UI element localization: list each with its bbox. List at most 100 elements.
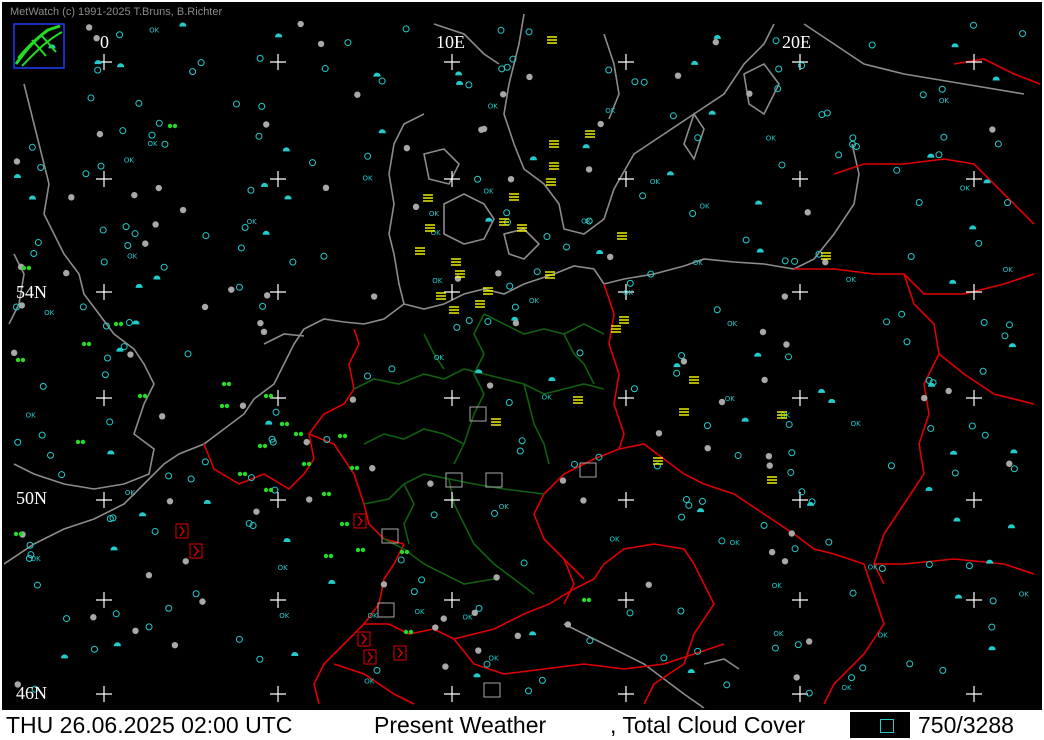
cloud-cover-clear-icon <box>520 559 528 567</box>
station-overcast-icon <box>322 184 330 192</box>
cloud-cover-clear-icon <box>87 94 95 102</box>
cloud-cover-clear-icon <box>94 66 102 74</box>
station-overcast-icon <box>493 574 500 581</box>
graticule-cross <box>96 492 112 508</box>
cloud-cover-clear-icon <box>364 152 372 160</box>
cloud-cover-clear-icon <box>878 565 886 573</box>
weather-map[interactable]: OK OK OK OK OK OK OK OK OK OK OK OK OK OK OK OK OK OK OK OK… <box>3 4 1041 709</box>
cloud-cover-clear-icon <box>677 607 685 615</box>
cloud-half-icon <box>139 512 147 517</box>
rain-symbol-icon <box>113 321 119 327</box>
cloud-half-icon <box>741 417 749 422</box>
cloud-cover-clear-icon <box>883 318 891 326</box>
graticule-cross <box>966 54 982 70</box>
cloud-half-icon <box>1007 524 1015 529</box>
station-overcast-icon <box>507 175 515 183</box>
rain-symbol-icon <box>15 357 21 363</box>
cloud-cover-clear-icon <box>484 318 492 326</box>
thunderstorm-symbol-icon <box>353 513 367 529</box>
station-overcast-icon <box>354 91 361 98</box>
cloud-half-icon <box>282 147 290 152</box>
graticule-cross <box>270 54 286 70</box>
cloud-cover-clear-icon <box>165 472 173 480</box>
cloud-cover-clear-icon <box>605 66 613 74</box>
cloud-cover-clear-icon <box>256 655 264 663</box>
lon-label-20e: 20E <box>782 32 811 52</box>
legend-square-icon <box>880 719 894 733</box>
cloud-cover-clear-icon <box>272 408 280 416</box>
station-overcast-icon <box>512 319 520 327</box>
cloud-cover-clear-icon <box>232 100 240 108</box>
station-overcast-icon <box>317 40 325 48</box>
cloud-cover-clear-icon <box>397 556 405 564</box>
rain-symbol-icon <box>293 431 299 437</box>
lat-label-54n: 54N <box>16 282 47 302</box>
cloud-half-icon <box>756 248 764 253</box>
rain-symbol-icon <box>306 461 312 467</box>
cloud-cover-clear-icon <box>694 134 702 142</box>
cloud-ok-label: OK <box>368 612 379 620</box>
station-overcast-icon <box>369 465 376 472</box>
station-overcast-icon <box>585 166 593 173</box>
station-overcast-icon <box>239 402 247 409</box>
cloud-cover-clear-icon <box>849 589 857 597</box>
graticule-cross <box>966 284 982 300</box>
station-overcast-icon <box>93 34 100 42</box>
status-parameter: Present Weather <box>374 712 547 738</box>
cloud-cover-clear-icon <box>255 132 263 140</box>
cloud-cover-clear-icon <box>823 109 831 117</box>
cloud-cover-clear-icon <box>58 471 66 479</box>
cloud-cover-clear-icon <box>165 604 173 612</box>
cloud-ok-label: OK <box>693 259 704 267</box>
graticule-cross <box>444 171 460 187</box>
coastlines <box>3 13 1025 709</box>
station-overcast-icon <box>13 158 21 165</box>
station-overcast-icon <box>486 382 494 389</box>
cloud-cover-clear-icon <box>430 511 438 519</box>
cloud-half-icon <box>953 517 961 522</box>
cloud-ok-label: OK <box>773 630 784 638</box>
cloud-half-icon <box>986 559 994 564</box>
cloud-ok-label: OK <box>960 185 971 193</box>
cloud-ok-label: OK <box>488 102 499 110</box>
cloud-half-icon <box>110 546 118 551</box>
cloud-cover-clear-icon <box>849 134 857 142</box>
rain-symbol-icon <box>262 443 268 449</box>
rain-symbol-icon <box>118 321 124 327</box>
station-box-icon <box>377 602 395 618</box>
cloud-half-icon <box>697 508 705 513</box>
station-overcast-icon <box>822 258 829 266</box>
station-overcast-icon <box>781 558 789 565</box>
cloud-cover-clear-icon <box>344 39 352 47</box>
cloud-half-icon <box>473 673 481 678</box>
graticule-cross <box>618 390 634 406</box>
graticule-cross <box>792 686 808 702</box>
rain-symbol-icon <box>268 393 274 399</box>
cloud-cover-clear-icon <box>979 367 987 375</box>
cloud-cover-clear-icon <box>131 230 139 238</box>
cloud-cover-clear-icon <box>868 41 876 49</box>
station-overcast-icon <box>432 624 439 631</box>
cloud-ok-label: OK <box>851 420 862 428</box>
graticule-cross <box>96 171 112 187</box>
cloud-cover-clear-icon <box>682 496 690 504</box>
cloud-ok-label: OK <box>431 229 442 237</box>
graticule-cross <box>96 390 112 406</box>
cloud-half-icon <box>283 538 291 542</box>
cloud-ok-label: OK <box>127 253 138 261</box>
cloud-cover-clear-icon <box>483 660 491 668</box>
station-overcast-icon <box>804 209 811 216</box>
cloud-cover-clear-icon <box>184 350 192 358</box>
graticule-cross <box>618 171 634 187</box>
cloud-cover-clear-icon <box>848 674 856 682</box>
cloud-cover-clear-icon <box>631 78 639 86</box>
cloud-cover-clear-icon <box>968 422 976 430</box>
station-overcast-icon <box>606 253 614 261</box>
cloud-half-icon <box>666 171 674 176</box>
cloud-cover-clear-icon <box>704 422 712 430</box>
rain-symbol-icon <box>219 403 225 409</box>
cloud-half-icon <box>951 43 959 48</box>
cloud-ok-label: OK <box>700 202 711 210</box>
cloud-half-icon <box>925 486 933 491</box>
cloud-ok-label: OK <box>432 277 443 285</box>
